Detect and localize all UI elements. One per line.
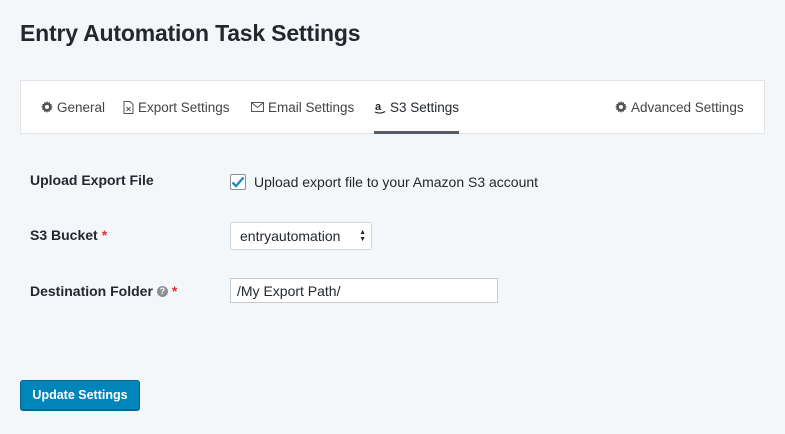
select-arrows-icon: ▲ ▼ bbox=[359, 229, 366, 243]
upload-export-label: Upload Export File bbox=[30, 172, 154, 188]
destination-folder-label-text: Destination Folder bbox=[30, 283, 153, 299]
amazon-icon: a bbox=[374, 101, 386, 114]
upload-export-label-text: Upload Export File bbox=[30, 172, 154, 188]
update-settings-button[interactable]: Update Settings bbox=[20, 380, 140, 410]
tab-general[interactable]: General bbox=[41, 81, 105, 133]
s3-bucket-label-text: S3 Bucket bbox=[30, 227, 98, 243]
destination-folder-input[interactable] bbox=[230, 278, 498, 303]
checkmark-icon bbox=[231, 176, 245, 188]
tab-export-settings[interactable]: Export Settings bbox=[123, 81, 230, 133]
s3-bucket-select[interactable]: entryautomation ▲ ▼ bbox=[230, 222, 372, 250]
tab-label: Export Settings bbox=[138, 99, 230, 115]
help-icon[interactable]: ? bbox=[156, 285, 168, 297]
required-asterisk: * bbox=[101, 227, 108, 243]
page-title: Entry Automation Task Settings bbox=[20, 20, 361, 46]
tab-label: General bbox=[57, 99, 106, 115]
tab-label: Email Settings bbox=[268, 99, 355, 115]
tab-s3-settings[interactable]: a S3 Settings bbox=[374, 81, 460, 134]
tab-advanced-settings[interactable]: Advanced Settings bbox=[615, 81, 744, 133]
file-icon bbox=[123, 100, 134, 114]
tab-label: S3 Settings bbox=[390, 99, 460, 115]
s3-bucket-label: S3 Bucket * bbox=[30, 227, 107, 243]
gear-icon bbox=[41, 101, 53, 113]
tab-label: Advanced Settings bbox=[631, 99, 744, 115]
gear-icon bbox=[615, 101, 627, 113]
upload-export-checkbox[interactable] bbox=[230, 174, 246, 190]
svg-text:a: a bbox=[375, 101, 382, 113]
required-asterisk: * bbox=[171, 283, 178, 299]
envelope-icon bbox=[251, 102, 264, 112]
destination-folder-label: Destination Folder ? * bbox=[30, 283, 177, 299]
tab-email-settings[interactable]: Email Settings bbox=[251, 81, 354, 133]
upload-export-checkbox-label[interactable]: Upload export file to your Amazon S3 acc… bbox=[254, 174, 538, 190]
s3-bucket-selected-value: entryautomation bbox=[240, 228, 341, 244]
settings-tabs: General Export Settings Email Settings a… bbox=[20, 80, 765, 134]
